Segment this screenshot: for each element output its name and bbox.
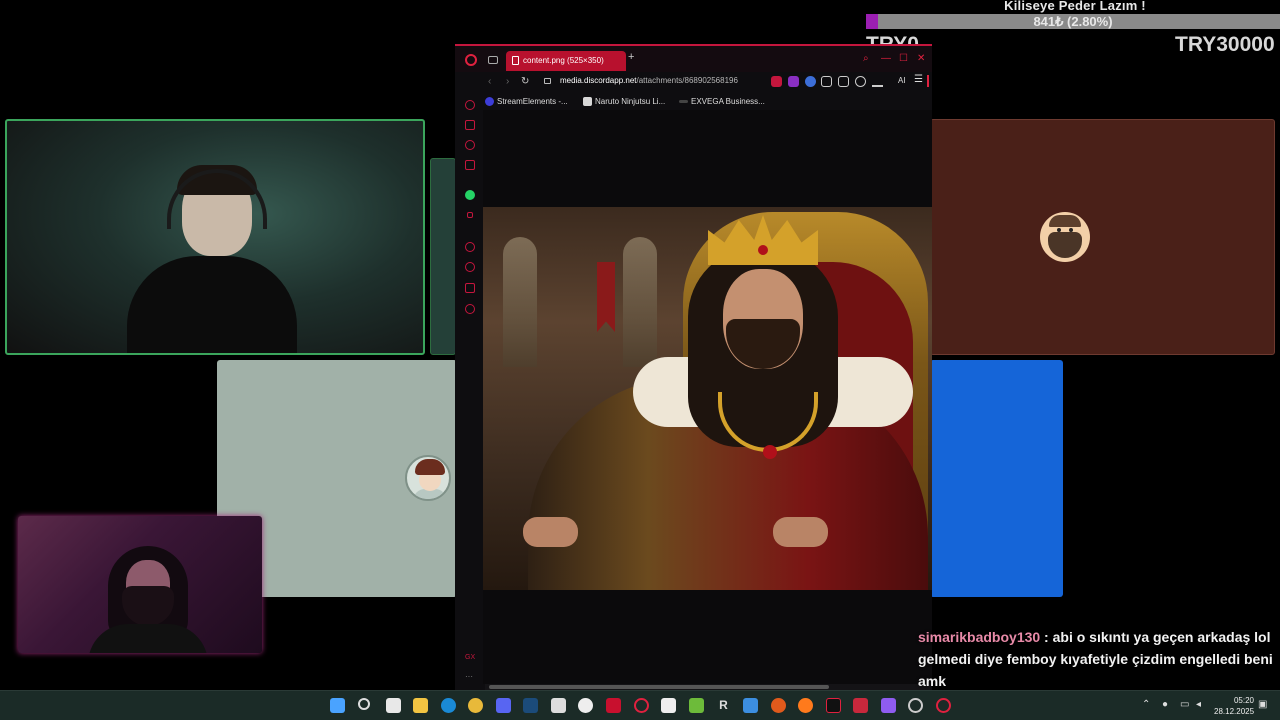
- start-windows-icon[interactable]: [330, 698, 345, 713]
- gamepad-icon[interactable]: [821, 76, 832, 87]
- opera-gx-icon[interactable]: [634, 698, 649, 713]
- clock-time: 05:20: [1233, 696, 1254, 705]
- bookmark-naruto[interactable]: Naruto Ninjutsu Li...: [583, 97, 665, 106]
- lock-icon[interactable]: [544, 78, 551, 84]
- forward-button[interactable]: ›: [506, 76, 509, 87]
- chrome-icon[interactable]: [468, 698, 483, 713]
- player-icon[interactable]: [465, 242, 475, 252]
- search-icon[interactable]: ⌕: [863, 53, 869, 64]
- news-icon[interactable]: [465, 160, 475, 170]
- gx-sidebar: GX ···: [455, 94, 483, 692]
- webcam-tile-host[interactable]: [5, 119, 425, 355]
- webcam-tile-guest[interactable]: [18, 516, 262, 653]
- bookmark-page-icon: [583, 97, 592, 106]
- app-icon[interactable]: [881, 698, 896, 713]
- tab-title: content.png (525×350): [523, 56, 604, 65]
- steam-icon[interactable]: [523, 698, 538, 713]
- gx-label: GX: [465, 654, 476, 661]
- goal-title: Kiliseye Peder Lazım !: [1004, 0, 1146, 13]
- gx-corner-icon[interactable]: [465, 120, 475, 130]
- windows-taskbar: R ⌃ ● ▭ ◂ 05:20 28.12.2025 ▣: [0, 690, 1280, 720]
- ublock-extension-icon[interactable]: [771, 76, 782, 87]
- bookmark-page-icon: [679, 100, 688, 103]
- reload-button[interactable]: ↻: [521, 76, 529, 87]
- maximize-button[interactable]: ☐: [899, 53, 908, 64]
- music-player-icon[interactable]: [467, 212, 473, 218]
- whatsapp-icon[interactable]: [465, 190, 475, 200]
- tab-bar: content.png (525×350) + ⌕ — ☐ ✕: [455, 46, 932, 72]
- bookmark-streamelements[interactable]: StreamElements -...: [485, 97, 568, 106]
- participant-tile-blue[interactable]: [930, 360, 1063, 597]
- more-icon[interactable]: ···: [465, 672, 473, 681]
- aria-ai-button[interactable]: AI: [898, 76, 906, 85]
- goal-progress-bar: 841₺ (2.80%): [866, 14, 1280, 29]
- tab-islands-icon[interactable]: [488, 56, 498, 64]
- opera-logo-icon[interactable]: [465, 54, 477, 66]
- extension-icon[interactable]: [805, 76, 816, 87]
- king-portrait-image[interactable]: [483, 207, 932, 590]
- extensions-icon[interactable]: [465, 283, 475, 293]
- back-button[interactable]: ‹: [488, 76, 491, 87]
- webcam-tile-partial[interactable]: [430, 158, 456, 355]
- goal-max-label: TRY30000: [1175, 33, 1275, 56]
- microphone-icon[interactable]: ●: [1162, 699, 1168, 710]
- gx-control-icon[interactable]: [465, 100, 475, 110]
- app-icon[interactable]: [826, 698, 841, 713]
- chat-separator: :: [1040, 629, 1053, 645]
- file-icon: [512, 56, 519, 65]
- notification-icon[interactable]: ▣: [1258, 699, 1267, 710]
- taskbar-clock[interactable]: 05:20 28.12.2025: [1214, 695, 1254, 717]
- app-icon[interactable]: [771, 698, 786, 713]
- opera-gx-browser-window: content.png (525×350) + ⌕ — ☐ ✕ ‹ › ↻ me…: [455, 44, 932, 692]
- network-icon[interactable]: ▭: [1180, 699, 1189, 710]
- download-icon[interactable]: [872, 76, 883, 87]
- app-icon[interactable]: [606, 698, 621, 713]
- twitch-icon[interactable]: [465, 140, 475, 150]
- edge-icon[interactable]: [441, 698, 456, 713]
- address-input[interactable]: media.discordapp.net/attachments/8689025…: [560, 76, 760, 85]
- goal-amount: 841₺ (2.80%): [1033, 14, 1113, 29]
- menu-icon[interactable]: ☰: [914, 74, 923, 85]
- chat-username: simarikbadboy130: [918, 629, 1041, 645]
- scrollbar-thumb[interactable]: [489, 685, 829, 689]
- opera-icon[interactable]: [936, 698, 951, 713]
- discord-icon[interactable]: [496, 698, 511, 713]
- volume-icon[interactable]: ◂: [1196, 699, 1201, 710]
- close-button[interactable]: ✕: [917, 53, 925, 64]
- participant-tile-red[interactable]: [930, 119, 1275, 355]
- guest-webcam-person: [88, 546, 208, 653]
- minimize-button[interactable]: —: [881, 53, 891, 64]
- search-icon[interactable]: [358, 698, 370, 710]
- app-icon[interactable]: [743, 698, 758, 713]
- app-icon[interactable]: [853, 698, 868, 713]
- extension-icon[interactable]: [788, 76, 799, 87]
- address-bar-row: ‹ › ↻ media.discordapp.net/attachments/8…: [455, 72, 932, 94]
- chevron-up-icon[interactable]: ⌃: [1142, 699, 1150, 710]
- participant-avatar: [405, 455, 451, 501]
- file-explorer-icon[interactable]: [413, 698, 428, 713]
- task-view-icon[interactable]: [386, 698, 401, 713]
- bookmark-exvega[interactable]: EXVEGA Business...: [679, 97, 765, 106]
- stream-screen: Kiliseye Peder Lazım ! 841₺ (2.80%) TRY0…: [0, 0, 1280, 720]
- accent-strip: [927, 75, 929, 87]
- app-icon[interactable]: [689, 698, 704, 713]
- firefox-icon[interactable]: [798, 698, 813, 713]
- app-icon[interactable]: [578, 698, 593, 713]
- profile-icon[interactable]: [855, 76, 866, 87]
- participant-avatar: [1040, 212, 1090, 262]
- image-viewer: [483, 110, 932, 684]
- tab-content-png[interactable]: content.png (525×350): [506, 51, 626, 71]
- app-icon[interactable]: [551, 698, 566, 713]
- app-icon[interactable]: R: [716, 698, 731, 713]
- capcut-icon[interactable]: [661, 698, 676, 713]
- chat-message: simarikbadboy130 : abi o sıkıntı ya geçe…: [918, 626, 1274, 692]
- streamelements-icon: [485, 97, 494, 106]
- new-tab-button[interactable]: +: [628, 51, 634, 63]
- app-icon[interactable]: [908, 698, 923, 713]
- clock-date: 28.12.2025: [1214, 707, 1255, 716]
- settings-gear-icon[interactable]: [465, 304, 475, 314]
- host-webcam-person: [127, 161, 297, 353]
- extensions-puzzle-icon[interactable]: [838, 76, 849, 87]
- history-icon[interactable]: [465, 262, 475, 272]
